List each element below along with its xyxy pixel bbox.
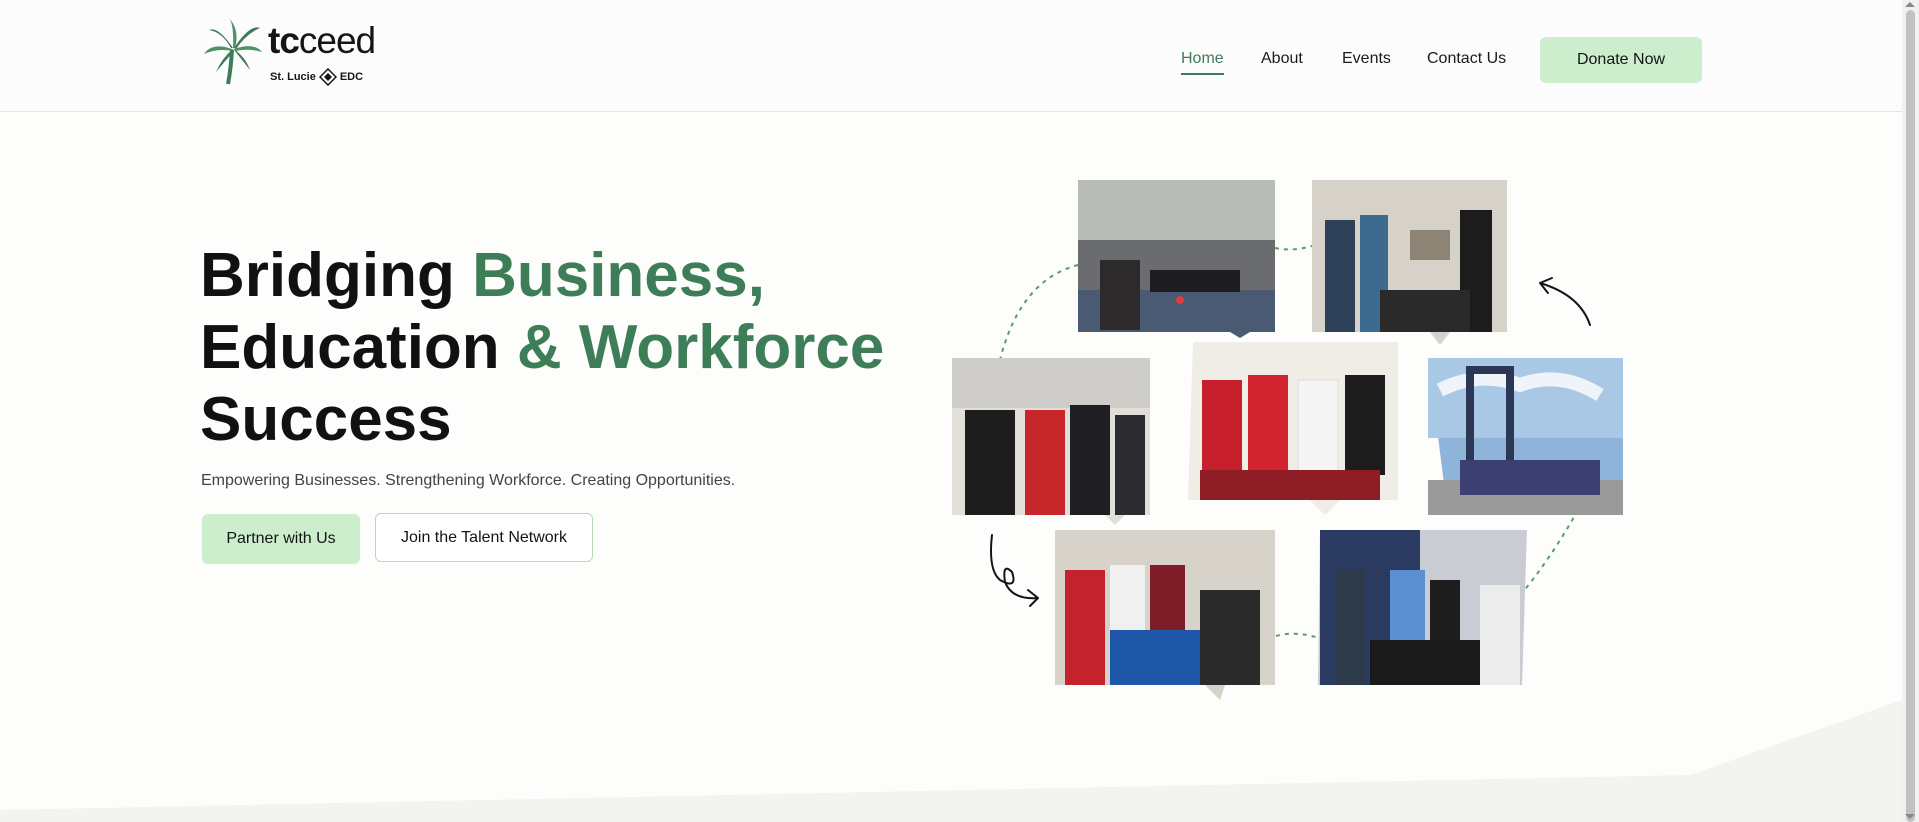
hero-line3: Success bbox=[200, 385, 452, 454]
logo-sub-right: EDC bbox=[339, 71, 364, 83]
photo-red-outfits bbox=[1188, 342, 1398, 515]
logo-wordmark: tcceed bbox=[268, 20, 376, 61]
loop-arrow-icon bbox=[990, 534, 1039, 607]
photo-booth-students bbox=[952, 358, 1150, 525]
scrollbar-thumb[interactable] bbox=[1906, 10, 1915, 822]
donate-button[interactable]: Donate Now bbox=[1540, 37, 1702, 83]
photo-conference-hall bbox=[1078, 180, 1275, 338]
scroll-down-arrow-icon[interactable] bbox=[1905, 814, 1915, 819]
nav-active-indicator bbox=[1181, 73, 1224, 75]
bottom-decorative-shape bbox=[0, 700, 1902, 822]
photo-career-fair-table bbox=[1055, 530, 1275, 700]
curved-arrow-icon bbox=[1539, 277, 1591, 326]
event-photo-collage bbox=[952, 180, 1623, 700]
palm-tree-icon bbox=[204, 18, 262, 85]
partner-with-us-button[interactable]: Partner with Us bbox=[202, 514, 360, 564]
photo-navy-booth bbox=[1318, 530, 1527, 685]
nav-item-home[interactable]: Home bbox=[1181, 50, 1224, 68]
hero-line2-a: Education bbox=[200, 313, 517, 382]
photo-standing-group bbox=[1312, 180, 1507, 345]
hero-line1-b: Business, bbox=[472, 241, 765, 310]
photo-outdoor-group bbox=[1428, 358, 1623, 515]
hero-line1-a: Bridging bbox=[200, 241, 473, 310]
nav-item-about[interactable]: About bbox=[1261, 50, 1303, 68]
hero-line2-b: & Workforce bbox=[516, 313, 885, 382]
nav-item-contact-us[interactable]: Contact Us bbox=[1427, 50, 1506, 68]
site-header: tcceed St. Lucie EDC Home About Events C… bbox=[0, 0, 1902, 112]
join-talent-network-button[interactable]: Join the Talent Network bbox=[375, 513, 593, 562]
logo-sub-left: St. Lucie bbox=[270, 71, 316, 83]
hero-heading: Bridging Business, Education & Workforce… bbox=[200, 240, 900, 456]
edc-diamond-icon bbox=[318, 68, 337, 86]
logo-subtitle: St. Lucie EDC bbox=[270, 68, 363, 86]
scroll-up-arrow-icon[interactable] bbox=[1905, 2, 1915, 7]
site-logo[interactable]: tcceed St. Lucie EDC bbox=[204, 18, 404, 90]
hero-tagline: Empowering Businesses. Strengthening Wor… bbox=[201, 472, 736, 489]
nav-item-events[interactable]: Events bbox=[1342, 50, 1391, 68]
